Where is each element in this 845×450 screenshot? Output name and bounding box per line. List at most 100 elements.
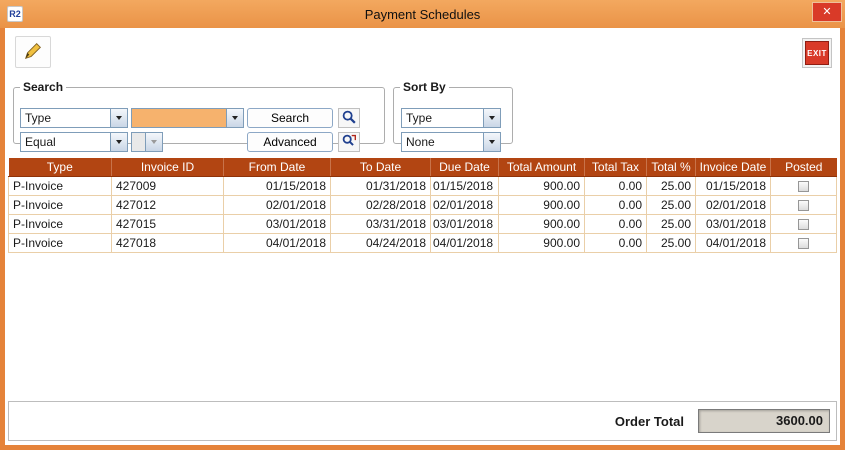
cell-type: P-Invoice bbox=[9, 176, 112, 195]
cell-due-date: 04/01/2018 bbox=[431, 233, 499, 252]
chevron-down-icon[interactable] bbox=[110, 133, 127, 151]
cell-total-pct: 25.00 bbox=[647, 176, 696, 195]
search-field-value: Type bbox=[21, 109, 110, 127]
cell-invoice-date: 02/01/2018 bbox=[696, 195, 771, 214]
sort-primary-dropdown[interactable]: Type bbox=[401, 108, 501, 128]
search-lookup-button[interactable] bbox=[338, 108, 360, 128]
pencil-icon bbox=[22, 40, 44, 65]
cell-to-date: 01/31/2018 bbox=[331, 176, 431, 195]
cell-posted bbox=[771, 233, 837, 252]
sort-by-group: Sort By Type None bbox=[393, 80, 513, 144]
search-field-dropdown[interactable]: Type bbox=[20, 108, 128, 128]
payment-schedules-window: R2 Payment Schedules ✕ EXIT Search bbox=[0, 0, 845, 450]
column-header-invoice-date[interactable]: Invoice Date bbox=[696, 158, 771, 176]
cell-type: P-Invoice bbox=[9, 233, 112, 252]
cell-from-date: 01/15/2018 bbox=[224, 176, 331, 195]
cell-total-pct: 25.00 bbox=[647, 214, 696, 233]
chevron-down-icon[interactable] bbox=[483, 133, 500, 151]
column-header-type[interactable]: Type bbox=[9, 158, 112, 176]
exit-button-label: EXIT bbox=[805, 41, 829, 65]
cell-to-date: 04/24/2018 bbox=[331, 233, 431, 252]
cell-from-date: 02/01/2018 bbox=[224, 195, 331, 214]
table-row[interactable]: P-Invoice 427012 02/01/2018 02/28/2018 0… bbox=[9, 195, 837, 214]
posted-checkbox[interactable] bbox=[798, 219, 809, 230]
cell-type: P-Invoice bbox=[9, 195, 112, 214]
cell-total-amount: 900.00 bbox=[499, 176, 585, 195]
column-header-total-pct[interactable]: Total % bbox=[647, 158, 696, 176]
cell-due-date: 03/01/2018 bbox=[431, 214, 499, 233]
cell-posted bbox=[771, 195, 837, 214]
order-total-label: Order Total bbox=[615, 414, 684, 429]
search-secondary-value-dropdown bbox=[131, 132, 163, 152]
cell-invoice-date: 04/01/2018 bbox=[696, 233, 771, 252]
search-value-dropdown[interactable] bbox=[131, 108, 244, 128]
payment-schedule-table: Type Invoice ID From Date To Date Due Da… bbox=[8, 158, 837, 253]
search-operator-dropdown[interactable]: Equal bbox=[20, 132, 128, 152]
search-operator-value: Equal bbox=[21, 133, 110, 151]
search-button[interactable]: Search bbox=[247, 108, 333, 128]
edit-button[interactable] bbox=[15, 36, 51, 68]
cell-total-tax: 0.00 bbox=[585, 195, 647, 214]
cell-invoice-date: 01/15/2018 bbox=[696, 176, 771, 195]
search-group-legend: Search bbox=[20, 80, 66, 94]
cell-total-amount: 900.00 bbox=[499, 233, 585, 252]
cell-from-date: 03/01/2018 bbox=[224, 214, 331, 233]
footer-panel: Order Total 3600.00 bbox=[8, 401, 837, 441]
advanced-button[interactable]: Advanced bbox=[247, 132, 333, 152]
sort-primary-value: Type bbox=[402, 109, 483, 127]
column-header-from-date[interactable]: From Date bbox=[224, 158, 331, 176]
table-header-row: Type Invoice ID From Date To Date Due Da… bbox=[9, 158, 837, 176]
close-icon[interactable]: ✕ bbox=[812, 2, 842, 22]
window-title: Payment Schedules bbox=[0, 7, 845, 22]
cell-total-tax: 0.00 bbox=[585, 176, 647, 195]
search-group: Search Type Search bbox=[13, 80, 385, 144]
column-header-to-date[interactable]: To Date bbox=[331, 158, 431, 176]
cell-invoice-id: 427015 bbox=[112, 214, 224, 233]
cell-total-pct: 25.00 bbox=[647, 233, 696, 252]
column-header-posted[interactable]: Posted bbox=[771, 158, 837, 176]
sort-secondary-dropdown[interactable]: None bbox=[401, 132, 501, 152]
cell-posted bbox=[771, 176, 837, 195]
advanced-lookup-button[interactable] bbox=[338, 132, 360, 152]
cell-total-tax: 0.00 bbox=[585, 233, 647, 252]
sort-by-group-legend: Sort By bbox=[400, 80, 449, 94]
column-header-total-tax[interactable]: Total Tax bbox=[585, 158, 647, 176]
cell-total-pct: 25.00 bbox=[647, 195, 696, 214]
cell-invoice-id: 427012 bbox=[112, 195, 224, 214]
table-row[interactable]: P-Invoice 427018 04/01/2018 04/24/2018 0… bbox=[9, 233, 837, 252]
client-area: EXIT Search Type Search bbox=[5, 28, 840, 445]
sort-secondary-value: None bbox=[402, 133, 483, 151]
posted-checkbox[interactable] bbox=[798, 238, 809, 249]
cell-type: P-Invoice bbox=[9, 214, 112, 233]
cell-due-date: 01/15/2018 bbox=[431, 176, 499, 195]
column-header-due-date[interactable]: Due Date bbox=[431, 158, 499, 176]
cell-to-date: 02/28/2018 bbox=[331, 195, 431, 214]
titlebar: R2 Payment Schedules ✕ bbox=[0, 0, 845, 28]
chevron-down-icon[interactable] bbox=[226, 109, 243, 127]
chevron-down-icon[interactable] bbox=[110, 109, 127, 127]
table-row[interactable]: P-Invoice 427009 01/15/2018 01/31/2018 0… bbox=[9, 176, 837, 195]
posted-checkbox[interactable] bbox=[798, 181, 809, 192]
chevron-down-icon bbox=[145, 133, 162, 151]
table-body: P-Invoice 427009 01/15/2018 01/31/2018 0… bbox=[9, 176, 837, 252]
toolbar: EXIT bbox=[11, 32, 834, 76]
magnifier-icon bbox=[340, 108, 358, 129]
cell-invoice-id: 427009 bbox=[112, 176, 224, 195]
cell-from-date: 04/01/2018 bbox=[224, 233, 331, 252]
column-header-invoice-id[interactable]: Invoice ID bbox=[112, 158, 224, 176]
magnifier-edit-icon bbox=[340, 132, 358, 153]
chevron-down-icon[interactable] bbox=[483, 109, 500, 127]
column-header-total-amount[interactable]: Total Amount bbox=[499, 158, 585, 176]
cell-total-amount: 900.00 bbox=[499, 214, 585, 233]
table-row[interactable]: P-Invoice 427015 03/01/2018 03/31/2018 0… bbox=[9, 214, 837, 233]
cell-to-date: 03/31/2018 bbox=[331, 214, 431, 233]
posted-checkbox[interactable] bbox=[798, 200, 809, 211]
cell-due-date: 02/01/2018 bbox=[431, 195, 499, 214]
order-total-value: 3600.00 bbox=[698, 409, 830, 433]
cell-total-tax: 0.00 bbox=[585, 214, 647, 233]
exit-button[interactable]: EXIT bbox=[802, 38, 832, 68]
cell-posted bbox=[771, 214, 837, 233]
cell-invoice-id: 427018 bbox=[112, 233, 224, 252]
search-value-text bbox=[132, 109, 226, 127]
cell-total-amount: 900.00 bbox=[499, 195, 585, 214]
